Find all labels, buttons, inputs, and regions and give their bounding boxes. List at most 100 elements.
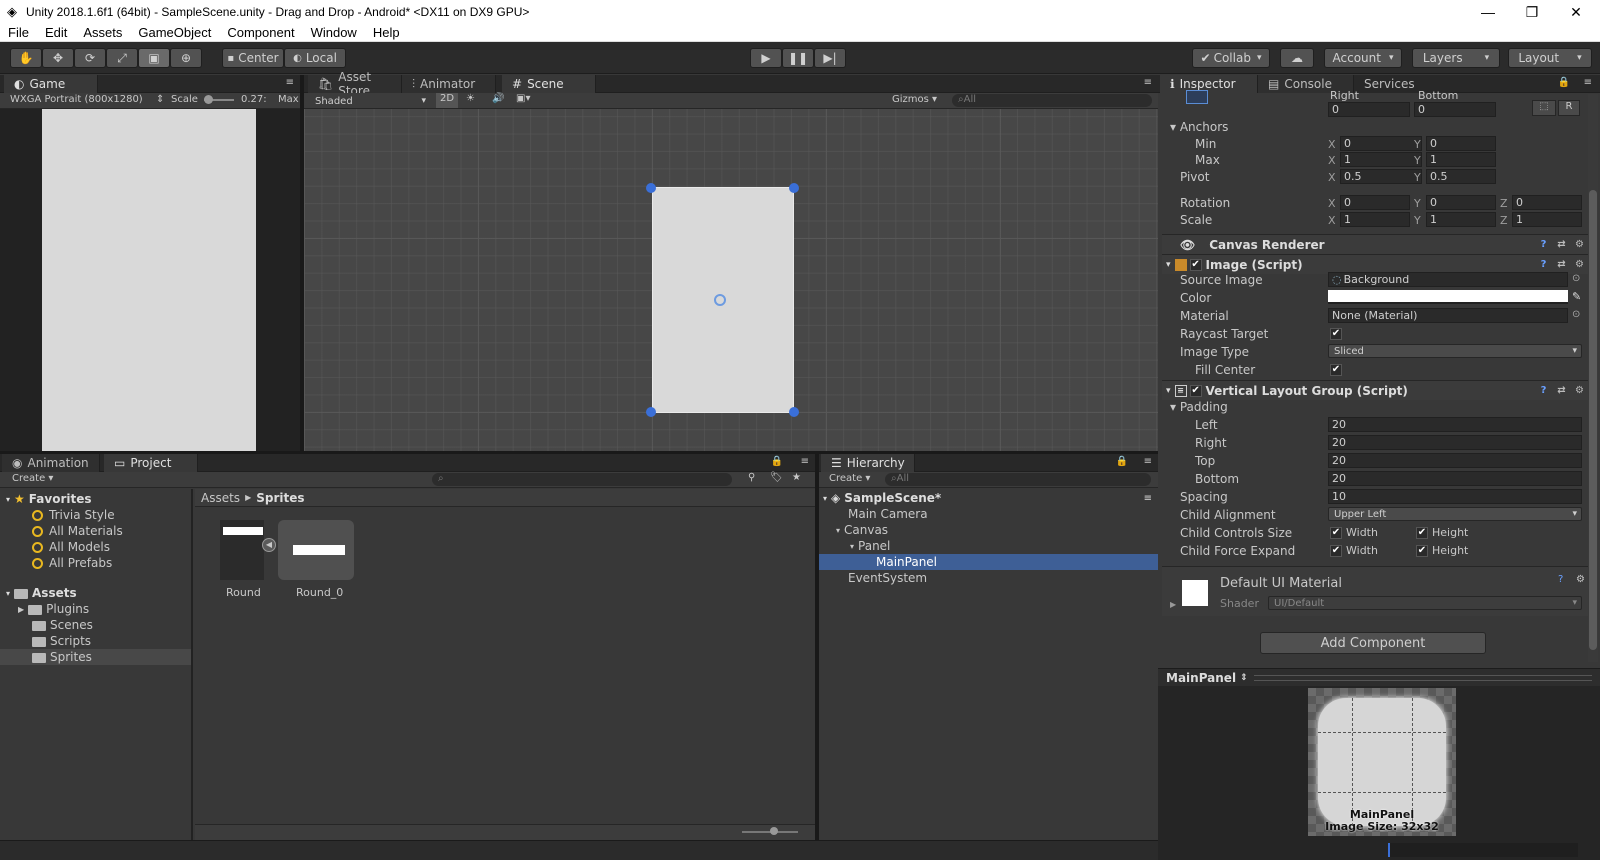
scale-y-field[interactable]: 1 — [1426, 212, 1496, 227]
child-alignment-dropdown[interactable]: Upper Left — [1328, 507, 1582, 521]
rect-tool-icon[interactable]: ▣ — [138, 48, 170, 68]
fill-center-checkbox[interactable]: ✔ — [1330, 364, 1342, 376]
shader-dropdown[interactable]: UI/Default — [1268, 596, 1582, 610]
help-icon[interactable]: ? — [1538, 385, 1549, 396]
cloud-icon[interactable]: ☁ — [1280, 48, 1314, 68]
favorite-star-icon[interactable]: ★ — [792, 472, 801, 483]
layers-dropdown[interactable]: Layers ▾ — [1412, 48, 1500, 68]
maximize-on-play-toggle[interactable]: Max — [278, 94, 299, 105]
image-component-header[interactable]: ▾ ✔ Image (Script) ? ⇄ ⚙ — [1162, 254, 1592, 274]
effects-toggle-icon[interactable]: ▣▾ — [516, 93, 530, 104]
rotation-x-field[interactable]: 0 — [1340, 195, 1410, 210]
inspector-scrollbar-thumb[interactable] — [1589, 190, 1597, 650]
gizmos-dropdown[interactable]: Gizmos ▾ — [892, 94, 937, 105]
menu-component[interactable]: Component — [219, 25, 302, 40]
lighting-toggle-icon[interactable]: ☀ — [466, 93, 475, 104]
expand-height-checkbox[interactable]: ✔ — [1416, 545, 1428, 557]
vlg-enabled-checkbox[interactable]: ✔ — [1189, 384, 1202, 397]
gear-icon[interactable]: ⚙ — [1576, 574, 1585, 585]
rotation-z-field[interactable]: 0 — [1512, 195, 1582, 210]
padding-foldout[interactable]: ▾ Padding — [1170, 400, 1228, 414]
tab-inspector[interactable]: ℹ Inspector — [1160, 75, 1258, 93]
eyedropper-icon[interactable]: ✎ — [1572, 290, 1581, 303]
add-component-button[interactable]: Add Component — [1260, 632, 1486, 654]
2d-mode-toggle[interactable]: 2D — [436, 93, 458, 108]
hierarchy-item-main-camera[interactable]: Main Camera — [848, 506, 928, 522]
assets-section[interactable]: ▾ Assets — [6, 585, 77, 601]
panel-menu-icon[interactable]: ≡ — [1144, 456, 1152, 467]
gear-icon[interactable]: ⚙ — [1574, 385, 1585, 396]
tab-scene[interactable]: # Scene — [502, 75, 596, 93]
hierarchy-item-eventsystem[interactable]: EventSystem — [848, 570, 927, 586]
menu-assets[interactable]: Assets — [75, 25, 130, 40]
project-search-input[interactable]: ⌕ — [432, 473, 732, 486]
folder-item[interactable]: Scenes — [32, 617, 93, 633]
panel-menu-icon[interactable]: ≡ — [801, 456, 809, 467]
scene-search-input[interactable]: ⌕All — [952, 94, 1152, 107]
lock-icon[interactable]: 🔒 — [1558, 77, 1570, 88]
tab-project[interactable]: ▭ Project — [104, 454, 198, 472]
transform-tool-icon[interactable]: ⊕ — [170, 48, 202, 68]
icon-size-slider-thumb[interactable] — [770, 827, 778, 835]
preset-icon[interactable]: ⇄ — [1556, 259, 1567, 270]
canvas-renderer-header[interactable]: 👁 Canvas Renderer ? ⇄ ⚙ — [1162, 234, 1592, 254]
breadcrumb-sprites[interactable]: Sprites — [256, 491, 304, 505]
anchors-foldout[interactable]: ▾ Anchors — [1170, 120, 1228, 134]
panel-menu-icon[interactable]: ≡ — [286, 77, 294, 88]
scale-slider-thumb[interactable] — [204, 95, 213, 104]
preset-icon[interactable]: ⇄ — [1556, 385, 1567, 396]
favorite-item[interactable]: Trivia Style — [32, 507, 115, 523]
sprite-expand-icon[interactable]: ◀ — [262, 538, 276, 552]
minimize-button[interactable]: — — [1466, 0, 1510, 24]
lock-icon[interactable]: 🔒 — [771, 456, 783, 467]
source-image-field[interactable]: ◌ Background — [1328, 272, 1568, 287]
folder-item[interactable]: Sprites — [0, 649, 191, 665]
folder-item[interactable]: Scripts — [32, 633, 91, 649]
rect-handle-top-left[interactable] — [646, 183, 656, 193]
tab-asset-store[interactable]: 🛍 Asset Store — [308, 70, 402, 98]
color-swatch[interactable] — [1328, 290, 1568, 304]
folder-item[interactable]: ▶ Plugins — [18, 601, 89, 617]
hierarchy-item-canvas[interactable]: ▾ Canvas — [836, 522, 888, 538]
preview-header[interactable]: MainPanel ⇕ — [1158, 668, 1600, 686]
layout-dropdown[interactable]: Layout ▾ — [1508, 48, 1592, 68]
padding-left-field[interactable]: 20 — [1328, 417, 1582, 432]
scene-root[interactable]: ▾ ◈ SampleScene* ≡ — [823, 490, 1158, 506]
bottom-field[interactable]: 0 — [1414, 102, 1496, 117]
scale-tool-icon[interactable]: ⤢ — [106, 48, 138, 68]
anchors-min-y-field[interactable]: 0 — [1426, 136, 1496, 151]
preset-icon[interactable]: ⇄ — [1556, 239, 1567, 250]
rect-handle-bottom-left[interactable] — [646, 407, 656, 417]
right-field[interactable]: 0 — [1328, 102, 1410, 117]
menu-file[interactable]: File — [0, 25, 37, 40]
anchors-min-x-field[interactable]: 0 — [1340, 136, 1422, 151]
audio-toggle-icon[interactable]: 🔊 — [492, 93, 504, 104]
pause-button[interactable]: ❚❚ — [782, 48, 814, 68]
tab-hierarchy[interactable]: ☰ Hierarchy — [821, 454, 915, 472]
raw-edit-button[interactable]: R — [1558, 100, 1580, 116]
gear-icon[interactable]: ⚙ — [1574, 239, 1585, 250]
resolution-dropdown[interactable]: WXGA Portrait (800x1280) — [10, 94, 143, 105]
pivot-handle[interactable] — [714, 294, 726, 306]
pivot-local-button[interactable]: ◐ Local — [284, 48, 346, 68]
help-icon[interactable]: ? — [1558, 574, 1563, 585]
anchors-max-y-field[interactable]: 1 — [1426, 152, 1496, 167]
material-field[interactable]: None (Material) — [1328, 308, 1568, 323]
scale-z-field[interactable]: 1 — [1512, 212, 1582, 227]
hierarchy-item-panel[interactable]: ▾ Panel — [850, 538, 890, 554]
panel-menu-icon[interactable]: ≡ — [1584, 77, 1592, 88]
blueprint-mode-button[interactable]: ⬚ — [1532, 100, 1556, 116]
rotate-tool-icon[interactable]: ⟳ — [74, 48, 106, 68]
project-create-dropdown[interactable]: Create ▾ — [12, 473, 53, 484]
help-icon[interactable]: ? — [1538, 239, 1549, 250]
rect-handle-top-right[interactable] — [789, 183, 799, 193]
close-button[interactable]: ✕ — [1554, 0, 1598, 24]
play-button[interactable]: ▶ — [750, 48, 782, 68]
panel-menu-icon[interactable]: ≡ — [1144, 77, 1152, 88]
hierarchy-item-mainpanel[interactable]: MainPanel — [819, 554, 1158, 570]
favorite-item[interactable]: All Materials — [32, 523, 123, 539]
material-foldout-icon[interactable]: ▶ — [1170, 600, 1176, 609]
favorite-item[interactable]: All Models — [32, 539, 110, 555]
favorites-section[interactable]: ▾ ★ Favorites — [6, 491, 92, 507]
account-dropdown[interactable]: Account ▾ — [1324, 48, 1402, 68]
